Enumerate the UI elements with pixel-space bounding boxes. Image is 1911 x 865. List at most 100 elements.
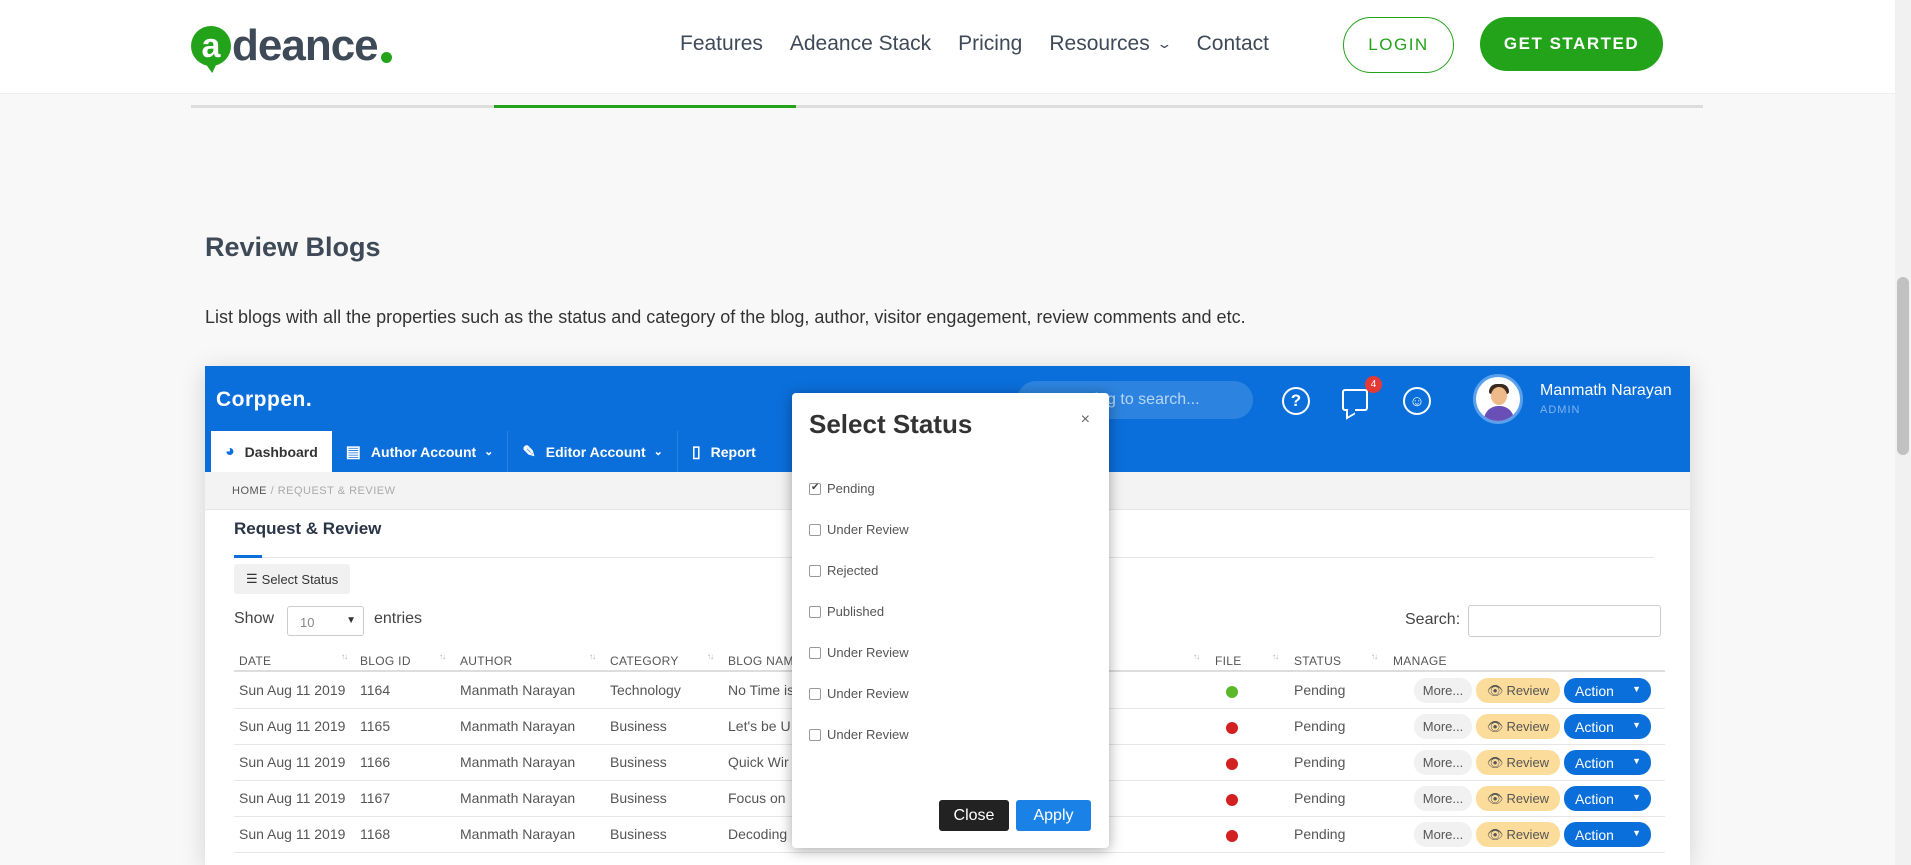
- row-status: Pending: [1294, 718, 1346, 734]
- avatar[interactable]: [1473, 374, 1523, 424]
- col-manage: MANAGE: [1393, 654, 1447, 668]
- show-label: Show: [234, 610, 275, 627]
- checkbox[interactable]: [809, 564, 821, 577]
- row-date: Sun Aug 11 2019: [239, 754, 346, 770]
- action-button[interactable]: Action ▼: [1564, 714, 1651, 739]
- tab-editor-account[interactable]: ✎ Editor Account ⌄: [508, 431, 678, 472]
- status-option-pending[interactable]: Pending: [809, 481, 875, 496]
- status-option-under-review[interactable]: Under Review: [809, 727, 909, 742]
- option-label: Published: [827, 604, 885, 619]
- action-label: Action: [1575, 718, 1614, 735]
- select-status-modal: Select Status × Pending Under Review Rej…: [792, 393, 1109, 848]
- action-button[interactable]: Action ▼: [1564, 786, 1651, 811]
- action-button[interactable]: Action ▼: [1564, 678, 1651, 703]
- nav-pricing[interactable]: Pricing: [958, 32, 1022, 56]
- more-button[interactable]: More...: [1414, 750, 1472, 775]
- nav-contact[interactable]: Contact: [1197, 32, 1269, 56]
- row-blog-id: 1165: [360, 718, 391, 734]
- row-author: Manmath Narayan: [460, 790, 576, 806]
- table-search-input[interactable]: [1468, 605, 1661, 637]
- help-icon[interactable]: ?: [1282, 387, 1310, 415]
- caret-down-icon: ▼: [1632, 684, 1641, 694]
- status-option-rejected[interactable]: Rejected: [809, 563, 878, 578]
- page-scrollbar[interactable]: [1895, 0, 1911, 865]
- status-option-under-review[interactable]: Under Review: [809, 645, 909, 660]
- main-nav: Features Adeance Stack Pricing Resources…: [680, 22, 1296, 66]
- table-search-label: Search:: [1405, 611, 1461, 628]
- more-button[interactable]: More...: [1414, 714, 1472, 739]
- sort-icon: ↑↓: [341, 652, 348, 661]
- eye-icon: 👁: [1486, 754, 1504, 770]
- status-option-under-review[interactable]: Under Review: [809, 686, 909, 701]
- title-underline: [234, 555, 262, 558]
- row-date: Sun Aug 11 2019: [239, 718, 346, 734]
- review-button[interactable]: 👁 Review: [1476, 678, 1560, 703]
- get-started-button[interactable]: GET STARTED: [1480, 17, 1663, 71]
- pencil-icon: ✎: [522, 443, 536, 461]
- more-button[interactable]: More...: [1414, 678, 1472, 703]
- col-blog-name[interactable]: BLOG NAM: [728, 654, 794, 668]
- tab-editor-account-label: Editor Account: [545, 443, 646, 460]
- sort-icon: ↑↓: [439, 652, 446, 661]
- list-icon: ☰: [246, 571, 258, 586]
- eye-icon: 👁: [1486, 790, 1504, 806]
- checkbox[interactable]: [809, 482, 821, 495]
- row-author: Manmath Narayan: [460, 826, 576, 842]
- more-button[interactable]: More...: [1414, 786, 1472, 811]
- page-title: Request & Review: [234, 519, 382, 538]
- review-button[interactable]: 👁 Review: [1476, 822, 1560, 847]
- apply-button[interactable]: Apply: [1016, 800, 1091, 831]
- nav-resources[interactable]: Resources ⌄: [1049, 32, 1172, 56]
- file-status-dot: [1226, 830, 1238, 842]
- scrollbar-thumb[interactable]: [1897, 277, 1909, 455]
- action-button[interactable]: Action ▼: [1564, 750, 1651, 775]
- row-category: Business: [610, 754, 667, 770]
- checkbox[interactable]: [809, 728, 821, 741]
- action-label: Action: [1575, 682, 1614, 699]
- option-label: Under Review: [827, 645, 909, 660]
- close-icon[interactable]: ×: [1081, 411, 1090, 429]
- checkbox[interactable]: [809, 646, 821, 659]
- entries-select[interactable]: 10 ▼: [287, 606, 364, 636]
- select-status-button[interactable]: ☰ Select Status: [234, 564, 351, 594]
- sort-icon: ↑↓: [589, 652, 596, 661]
- smiley-icon[interactable]: ☺: [1403, 387, 1431, 415]
- user-name: Manmath Narayan: [1540, 382, 1672, 399]
- login-button[interactable]: LOGIN: [1343, 17, 1454, 73]
- col-blog-id[interactable]: BLOG ID: [360, 654, 411, 668]
- site-header: a deance Features Adeance Stack Pricing …: [0, 0, 1895, 94]
- col-category[interactable]: CATEGORY: [610, 654, 679, 668]
- review-label: Review: [1506, 791, 1550, 806]
- checkbox[interactable]: [809, 605, 821, 618]
- checkbox[interactable]: [809, 523, 821, 536]
- modal-title: Select Status: [809, 409, 973, 439]
- book-icon: ▤: [345, 443, 361, 461]
- col-date[interactable]: DATE: [239, 654, 271, 668]
- col-author[interactable]: AUTHOR: [460, 654, 512, 668]
- more-button[interactable]: More...: [1414, 822, 1472, 847]
- tab-dashboard[interactable]: ◕ Dashboard: [211, 431, 332, 472]
- col-file[interactable]: FILE: [1215, 654, 1242, 668]
- col-status[interactable]: STATUS: [1294, 654, 1341, 668]
- checkbox[interactable]: [809, 687, 821, 700]
- status-option-published[interactable]: Published: [809, 604, 884, 619]
- review-button[interactable]: 👁 Review: [1476, 786, 1560, 811]
- logo-text: deance: [232, 21, 379, 70]
- chat-icon[interactable]: [1342, 389, 1368, 411]
- nav-adeance-stack[interactable]: Adeance Stack: [790, 32, 931, 56]
- breadcrumb-home[interactable]: HOME: [232, 485, 267, 497]
- close-button[interactable]: Close: [939, 800, 1009, 831]
- status-option-under-review[interactable]: Under Review: [809, 522, 909, 537]
- nav-features[interactable]: Features: [680, 32, 763, 56]
- review-label: Review: [1506, 755, 1550, 770]
- review-button[interactable]: 👁 Review: [1476, 714, 1560, 739]
- tab-author-account[interactable]: ▤ Author Account ⌄: [332, 431, 509, 472]
- review-button[interactable]: 👁 Review: [1476, 750, 1560, 775]
- action-button[interactable]: Action ▼: [1564, 822, 1651, 847]
- feature-tab-rule: [191, 105, 1703, 108]
- tab-report[interactable]: ▯ Report: [678, 431, 770, 472]
- sort-icon: ↑↓: [707, 652, 714, 661]
- row-date: Sun Aug 11 2019: [239, 682, 346, 698]
- adeance-logo[interactable]: a deance: [191, 20, 392, 72]
- row-blog-id: 1166: [360, 754, 391, 770]
